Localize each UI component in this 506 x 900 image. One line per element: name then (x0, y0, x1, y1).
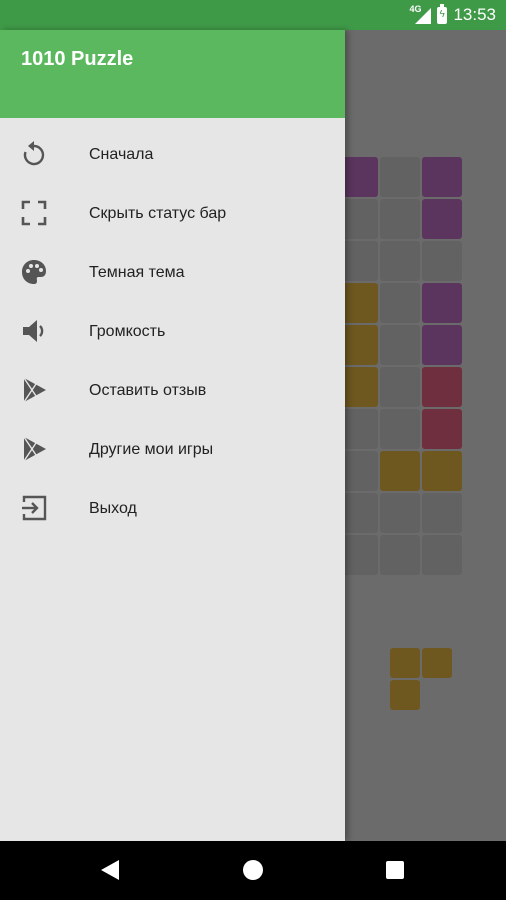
next-piece-block[interactable] (390, 680, 420, 710)
menu-item-label: Громкость (89, 323, 166, 340)
board-cell (380, 493, 420, 533)
clock: 13:53 (453, 5, 496, 24)
board-cell (380, 409, 420, 449)
palette-icon (20, 258, 48, 286)
board-cell (380, 535, 420, 575)
board-cell (422, 409, 462, 449)
menu-item-label: Скрыть статус бар (89, 205, 227, 222)
board-cell (380, 283, 420, 323)
board-cell (422, 241, 462, 281)
navigation-drawer: 1010 Puzzle Сначала Скрыть статус бар Те… (0, 30, 345, 841)
home-icon[interactable] (243, 860, 263, 880)
status-bar: 4G ϟ 13:53 (0, 0, 506, 30)
play-store-icon (20, 376, 48, 404)
system-navigation-bar (0, 841, 506, 900)
next-piece-block[interactable] (422, 648, 452, 678)
board-cell (422, 451, 462, 491)
play-store-icon (20, 435, 48, 463)
menu-item-label: Оставить отзыв (89, 382, 207, 399)
menu-item-label: Другие мои игры (89, 441, 214, 458)
signal-icon: 4G (409, 4, 432, 24)
recent-apps-icon[interactable] (386, 861, 404, 879)
board-cell (422, 367, 462, 407)
board-cell (422, 199, 462, 239)
board-cell (422, 493, 462, 533)
back-icon[interactable] (101, 860, 119, 880)
board-cell (422, 535, 462, 575)
volume-icon (20, 317, 48, 345)
board-cell (380, 325, 420, 365)
drawer-header: 1010 Puzzle (0, 30, 345, 118)
status-icons: 4G ϟ 13:53 (409, 0, 496, 30)
board-cell (380, 241, 420, 281)
next-piece-block[interactable] (390, 648, 420, 678)
board-cell (422, 283, 462, 323)
menu-item-dark-theme[interactable]: Темная тема (0, 246, 345, 305)
menu-item-leave-review[interactable]: Оставить отзыв (0, 364, 345, 423)
menu-item-exit[interactable]: Выход (0, 482, 345, 541)
board-cell (380, 199, 420, 239)
exit-icon (20, 494, 48, 522)
menu-item-other-games[interactable]: Другие мои игры (0, 423, 345, 482)
app-title: 1010 Puzzle (21, 48, 134, 70)
menu-item-volume[interactable]: Громкость (0, 305, 345, 364)
board-cell (422, 157, 462, 197)
board-cell (380, 451, 420, 491)
board-cell (422, 325, 462, 365)
menu-item-label: Темная тема (89, 264, 185, 281)
menu-item-label: Сначала (89, 146, 154, 163)
battery-charging-icon: ϟ (437, 3, 448, 24)
menu-item-restart[interactable]: Сначала (0, 128, 345, 187)
menu-item-label: Выход (89, 500, 137, 517)
board-cell (380, 367, 420, 407)
board-cell (380, 157, 420, 197)
menu-item-hide-status-bar[interactable]: Скрыть статус бар (0, 187, 345, 246)
fullscreen-icon (20, 199, 48, 227)
restart-icon (20, 140, 48, 168)
